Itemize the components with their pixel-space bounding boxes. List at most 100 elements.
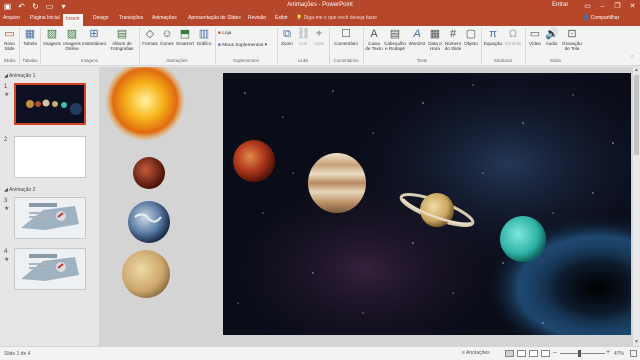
- slide-1-preview: [16, 85, 84, 123]
- venus-image[interactable]: [122, 250, 170, 298]
- slide-thumbnail[interactable]: [14, 83, 86, 125]
- animation-star-icon: ★: [4, 206, 10, 212]
- slide-sorter-view-button[interactable]: [517, 350, 526, 357]
- object-button[interactable]: ▢ Objeto: [463, 28, 479, 46]
- table-button[interactable]: ▦ Tabela: [21, 28, 39, 46]
- smartart-button[interactable]: ⬒ SmartArt: [175, 28, 195, 46]
- restore-icon[interactable]: ❐: [610, 0, 625, 13]
- slide-thumbnail[interactable]: [14, 136, 86, 178]
- new-slide-label: Novo Slide: [4, 41, 15, 51]
- tab-view[interactable]: Exibir: [275, 15, 288, 21]
- slide-3-preview: [15, 198, 85, 238]
- fit-slide-icon[interactable]: [630, 350, 637, 357]
- zoom-button[interactable]: ⧉ Zoom: [279, 28, 295, 46]
- notes-button[interactable]: ≡ Anotações: [462, 350, 490, 356]
- link-button[interactable]: ⛓ Link: [296, 28, 311, 46]
- zoom-in-icon[interactable]: +: [606, 349, 610, 356]
- photo-album-button[interactable]: ▤ Álbum de Fotografias: [107, 28, 137, 51]
- uranus-planet[interactable]: [500, 216, 546, 262]
- jupiter-planet[interactable]: [308, 153, 366, 213]
- status-bar: Slide 1 de 4 ≡ Anotações – + 47%: [0, 346, 640, 360]
- date-time-button[interactable]: ▦ Data e Hora: [427, 28, 443, 51]
- mars-planet[interactable]: [233, 140, 275, 182]
- zoom-slider[interactable]: [560, 353, 605, 354]
- symbol-button[interactable]: Ω Símbolo: [503, 28, 523, 46]
- normal-view-button[interactable]: [505, 350, 514, 357]
- section-header[interactable]: ◢ Animação 1: [4, 73, 35, 79]
- separator: [40, 28, 41, 64]
- group-links: Links: [297, 58, 309, 63]
- zoom-level[interactable]: 47%: [614, 351, 624, 357]
- audio-label: Áudio: [545, 41, 558, 46]
- screenshot-button[interactable]: ⊞ Instantâneo: [82, 28, 106, 46]
- shapes-icon: ◇: [145, 28, 155, 40]
- tab-review[interactable]: Revisão: [248, 15, 266, 21]
- scroll-down-icon[interactable]: ▼: [633, 339, 640, 346]
- close-icon[interactable]: ✕: [625, 0, 640, 13]
- sign-in-link[interactable]: Entrar: [552, 2, 568, 8]
- collapse-ribbon-icon[interactable]: ⌃: [630, 56, 634, 61]
- section-label: Animação 1: [8, 73, 36, 79]
- lightbulb-icon: 💡: [296, 15, 304, 21]
- group-media: Mídia: [550, 58, 561, 63]
- calendar-icon: ▦: [429, 28, 441, 40]
- vertical-scrollbar[interactable]: ▲ ▼: [633, 67, 640, 346]
- tell-me-text: Diga-me o que você deseja fazer: [303, 15, 377, 21]
- slide-thumbnail[interactable]: [14, 197, 86, 239]
- tab-home[interactable]: Página Inicial: [30, 15, 60, 21]
- minimize-icon[interactable]: –: [595, 0, 610, 13]
- equation-button[interactable]: π Equação: [483, 28, 503, 46]
- image-icon: ▨: [46, 28, 58, 40]
- reading-view-button[interactable]: [529, 350, 538, 357]
- slideshow-view-button[interactable]: [541, 350, 550, 357]
- slide-canvas[interactable]: [223, 73, 631, 335]
- video-button[interactable]: ▭ Vídeo: [527, 28, 543, 46]
- ribbon-tabs: Arquivo Página Inicial Inserir Design Tr…: [0, 13, 640, 26]
- scroll-up-icon[interactable]: ▲: [633, 67, 640, 74]
- tab-slideshow[interactable]: Apresentação de Slides: [188, 15, 241, 21]
- comment-icon: ☐: [341, 28, 351, 40]
- images-button[interactable]: ▨ Imagens: [42, 28, 62, 46]
- slide-thumbnail[interactable]: [14, 248, 86, 290]
- slide-number: 3: [4, 198, 8, 204]
- zoom-slider-thumb[interactable]: [578, 350, 581, 357]
- shapes-button[interactable]: ◇ Formas: [141, 28, 159, 46]
- tab-design[interactable]: Design: [93, 15, 109, 21]
- share-button[interactable]: 👤 Compartilhar: [583, 15, 619, 21]
- comment-button[interactable]: ☐ Comentário: [331, 28, 361, 46]
- tab-transitions[interactable]: Transições: [119, 15, 143, 21]
- window-title: Animações - PowerPoint: [287, 2, 353, 8]
- tell-me-search[interactable]: 💡 Diga-me o que você deseja fazer: [296, 15, 377, 21]
- zoom-out-icon[interactable]: –: [553, 349, 557, 356]
- online-images-button[interactable]: ▨ Imagens Online: [62, 28, 82, 51]
- action-button[interactable]: ✦ Ação: [311, 28, 327, 46]
- zoom-label: Zoom: [281, 41, 293, 46]
- share-label: Compartilhar: [590, 15, 620, 21]
- store-button[interactable]: ■ Loja: [218, 31, 231, 36]
- object-label: Objeto: [464, 41, 478, 46]
- new-slide-button[interactable]: ▭ Novo Slide: [1, 28, 18, 51]
- section-header[interactable]: ◢ Animação 2: [4, 187, 35, 193]
- ribbon-options-icon[interactable]: ▭: [580, 0, 595, 13]
- textbox-button[interactable]: A Caixa de Texto: [365, 28, 383, 51]
- tab-file[interactable]: Arquivo: [3, 15, 20, 21]
- earth-image[interactable]: [128, 201, 170, 243]
- tab-insert[interactable]: Inserir: [63, 14, 83, 26]
- mars-image[interactable]: [133, 157, 165, 189]
- sun-image[interactable]: [105, 67, 185, 141]
- screenshot-icon: ⊞: [89, 28, 99, 40]
- icons-button[interactable]: ☺ Ícones: [159, 28, 175, 46]
- screen-recording-button[interactable]: ⊡ Gravação de Tela: [560, 28, 584, 51]
- group-slides: Slides: [3, 58, 16, 63]
- table-label: Tabela: [23, 41, 37, 46]
- audio-button[interactable]: 🔊 Áudio: [543, 28, 560, 46]
- chart-button[interactable]: ▥ Gráfico: [195, 28, 213, 46]
- my-addins-button[interactable]: ■ Meus Suplementos ▾: [218, 43, 267, 48]
- slide-number-button[interactable]: # Número do Slide: [443, 28, 463, 51]
- wordart-button[interactable]: A WordArt: [408, 28, 426, 46]
- scroll-thumb[interactable]: [634, 75, 639, 155]
- window-controls: ▭ – ❐ ✕: [580, 0, 640, 13]
- animation-star-icon: ★: [4, 92, 10, 98]
- header-footer-button[interactable]: ▤ Cabeçalho e Rodapé: [383, 28, 407, 51]
- tab-animations[interactable]: Animações: [152, 15, 177, 21]
